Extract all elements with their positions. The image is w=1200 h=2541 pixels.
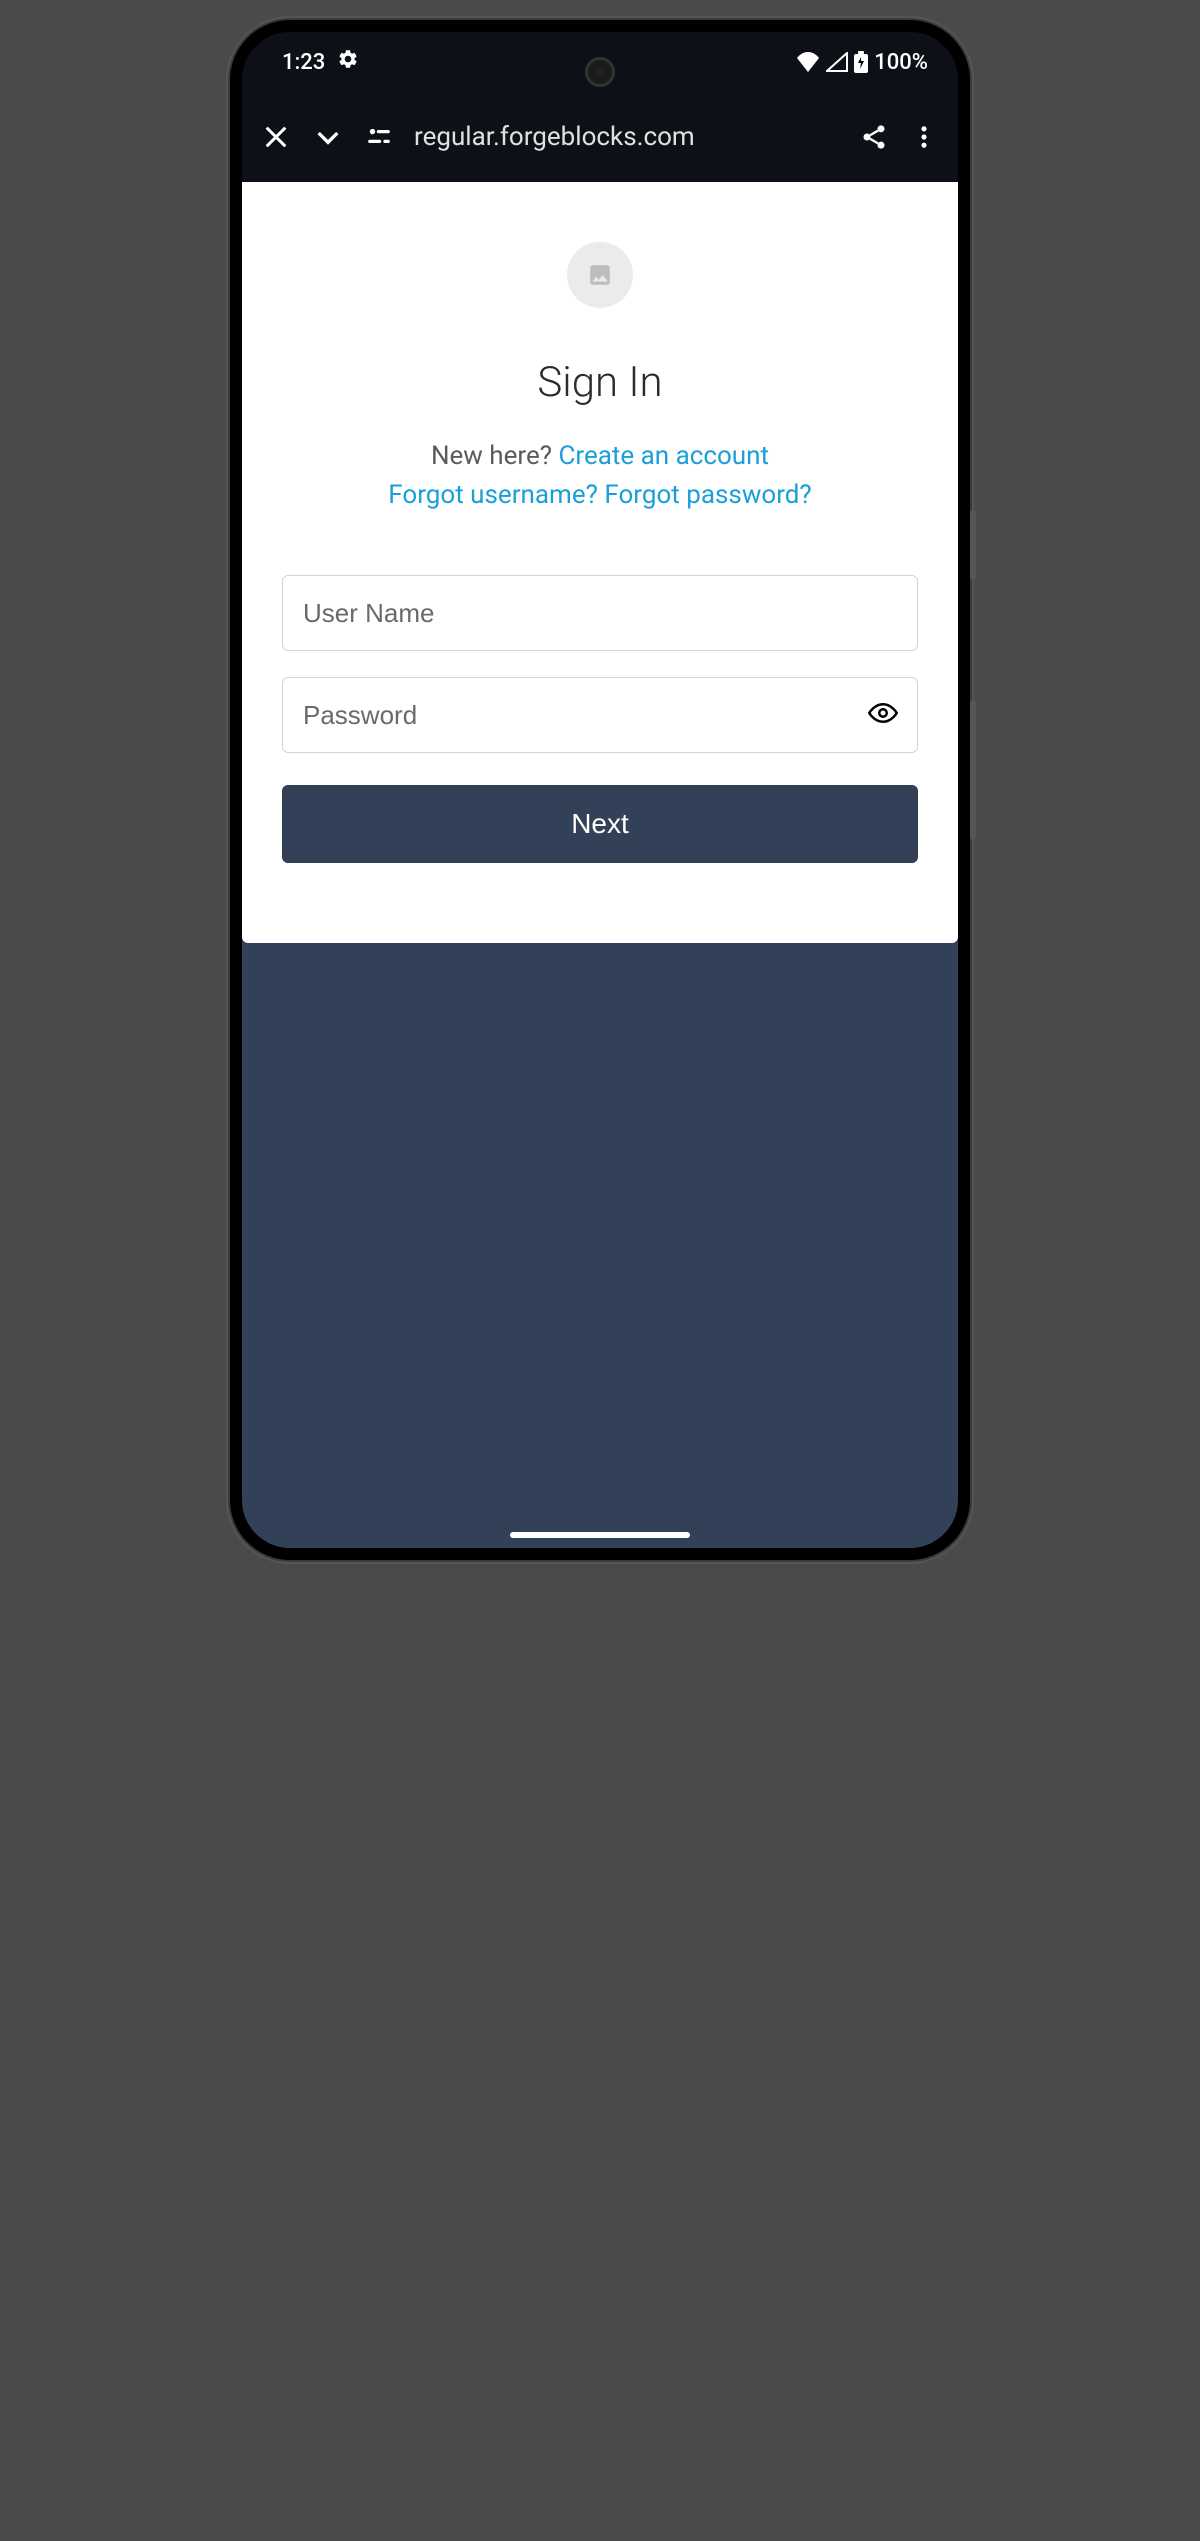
content-area: Sign In New here? Create an account Forg…	[242, 182, 958, 1548]
signin-card: Sign In New here? Create an account Forg…	[242, 182, 958, 943]
wifi-icon	[796, 52, 820, 72]
share-icon[interactable]	[860, 123, 888, 151]
tune-icon[interactable]	[366, 124, 392, 150]
browser-bar: regular.forgeblocks.com	[242, 92, 958, 182]
create-account-link[interactable]: Create an account	[559, 441, 770, 471]
status-time: 1:23	[282, 50, 325, 75]
chevron-down-icon[interactable]	[312, 121, 344, 153]
forgot-username-link[interactable]: Forgot username?	[388, 480, 598, 510]
signal-icon	[826, 52, 848, 72]
next-button[interactable]: Next	[282, 785, 918, 863]
username-input[interactable]	[282, 575, 918, 651]
new-here-text: New here?	[431, 441, 559, 471]
close-icon[interactable]	[262, 123, 290, 151]
more-vert-icon[interactable]	[910, 123, 938, 151]
eye-icon[interactable]	[868, 698, 898, 732]
home-indicator[interactable]	[510, 1532, 690, 1538]
camera-notch	[585, 57, 615, 87]
battery-icon	[854, 51, 868, 73]
logo-placeholder	[567, 242, 633, 308]
signin-title: Sign In	[282, 358, 918, 407]
battery-percent: 100%	[874, 50, 928, 75]
url-text[interactable]: regular.forgeblocks.com	[414, 122, 838, 152]
forgot-password-link[interactable]: Forgot password?	[604, 480, 811, 510]
password-input[interactable]	[282, 677, 918, 753]
gear-icon	[337, 48, 359, 76]
